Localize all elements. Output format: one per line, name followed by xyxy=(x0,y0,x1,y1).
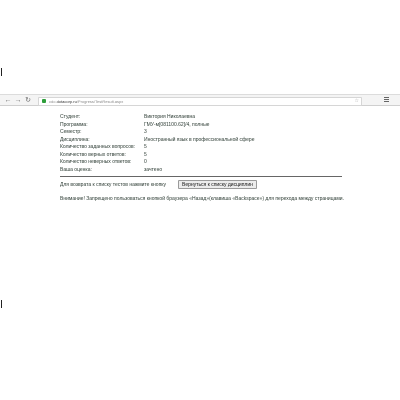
lock-icon xyxy=(42,99,46,103)
result-label: Семестр: xyxy=(60,129,82,135)
result-value: 5 xyxy=(144,144,147,150)
result-row: Программа: ГМУ-м[081100.62]/4, полные xyxy=(60,122,345,130)
bookmark-star-icon[interactable]: ☆ xyxy=(355,98,359,105)
reload-icon: ↻ xyxy=(25,97,31,104)
result-value: 3 xyxy=(144,129,147,135)
browser-toolbar: ← → ↻ cdo.dotacorp.ru/Progress/TestResul… xyxy=(0,94,400,106)
result-row: Количество верных ответов: 5 xyxy=(60,152,345,160)
back-section: Для возврата к списку тестов нажмите кно… xyxy=(60,180,350,190)
result-label: Количество верных ответов: xyxy=(60,151,126,158)
window-edge-mark xyxy=(1,68,2,76)
result-row: Студент: Виктория Николаевна xyxy=(60,114,345,122)
result-value: 5 xyxy=(144,151,147,158)
back-instruction: Для возврата к списку тестов нажмите кно… xyxy=(60,182,167,188)
arrow-left-icon: ← xyxy=(4,97,12,104)
result-label: Количество заданных вопросов: xyxy=(60,144,136,150)
result-row: Дисциплина: Иностранный язык в профессион… xyxy=(60,137,345,145)
back-to-disciplines-button[interactable]: Вернуться к списку дисциплин xyxy=(178,180,257,189)
result-label: Количество неверных ответов: xyxy=(60,159,132,165)
divider xyxy=(60,176,342,177)
result-value: ГМУ-м[081100.62]/4, полные xyxy=(144,121,210,128)
window-edge-mark xyxy=(1,300,2,308)
result-value: зачтено xyxy=(144,166,163,173)
address-url: cdo.dotacorp.ru/Progress/TestResult.aspx xyxy=(49,99,124,104)
browser-menu-icon[interactable] xyxy=(384,97,389,104)
result-label: Программа: xyxy=(60,121,88,128)
result-value: 0 xyxy=(144,159,147,165)
arrow-right-icon: → xyxy=(14,97,22,104)
result-row: Ваша оценка: зачтено xyxy=(60,167,345,175)
result-row: Семестр: 3 xyxy=(60,129,345,137)
result-label: Студент: xyxy=(60,114,81,120)
result-label: Дисциплина: xyxy=(60,136,90,143)
result-row: Количество неверных ответов: 0 xyxy=(60,159,345,167)
warning-message: Внимание! Запрещено пользоваться кнопкой… xyxy=(60,196,344,202)
result-value: Виктория Николаевна xyxy=(144,114,196,120)
result-row: Количество заданных вопросов: 5 xyxy=(60,144,345,152)
reload-button[interactable]: ↻ xyxy=(24,96,32,105)
test-result-table: Студент: Виктория Николаевна Программа: ГМ… xyxy=(60,114,345,174)
forward-nav-button[interactable]: → xyxy=(14,96,22,105)
result-value: Иностранный язык в профессиональной сфер… xyxy=(144,136,255,143)
address-bar[interactable]: cdo.dotacorp.ru/Progress/TestResult.aspx… xyxy=(38,97,362,106)
back-nav-button[interactable]: ← xyxy=(4,96,12,105)
result-label: Ваша оценка: xyxy=(60,166,92,173)
